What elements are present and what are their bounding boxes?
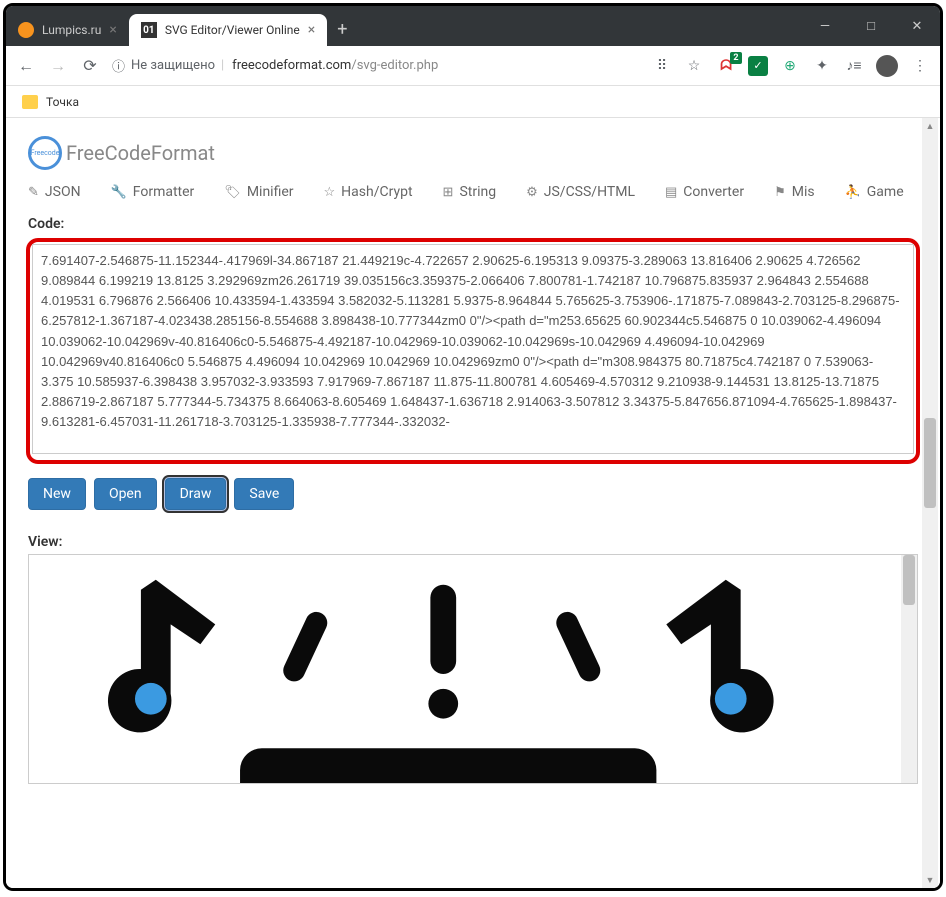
- url-path: /svg-editor.php: [351, 58, 438, 73]
- extension-adblock-icon[interactable]: ᗣ: [716, 56, 736, 76]
- folder-icon: [22, 95, 38, 109]
- bookmark-star-icon[interactable]: ☆: [684, 56, 704, 76]
- main-menu: ✎JSON 🔧Formatter 🏷Minifier ☆Hash/Crypt ⊞…: [6, 180, 940, 210]
- code-label: Code:: [6, 210, 940, 236]
- tag-icon: 🏷: [224, 185, 241, 200]
- grid-icon: ⊞: [443, 185, 454, 200]
- view-label: View:: [6, 528, 940, 554]
- tab-close-icon[interactable]: ×: [109, 22, 116, 38]
- menu-converter[interactable]: ▤Converter: [665, 184, 744, 200]
- tab-title: SVG Editor/Viewer Online: [165, 23, 300, 37]
- page-scrollbar[interactable]: ▲ ▼: [922, 118, 938, 888]
- gear-icon: ⚙: [526, 185, 538, 200]
- flag-icon: ⚑: [774, 185, 786, 200]
- code-textarea[interactable]: [32, 244, 914, 454]
- document-icon: ▤: [665, 185, 677, 200]
- extension-music-icon[interactable]: ♪≡: [844, 56, 864, 76]
- menu-formatter[interactable]: 🔧Formatter: [111, 184, 195, 200]
- person-icon: ⛹: [845, 185, 861, 200]
- bookmarks-bar: Точка: [6, 86, 940, 118]
- extensions-icon[interactable]: ✦: [812, 56, 832, 76]
- browser-tab-1[interactable]: Lumpics.ru ×: [6, 14, 129, 46]
- menu-minifier[interactable]: 🏷Minifier: [224, 184, 293, 200]
- window-titlebar: Lumpics.ru × 01 SVG Editor/Viewer Online…: [6, 6, 940, 46]
- svg-preview: [28, 554, 918, 784]
- tab-title: Lumpics.ru: [42, 23, 101, 37]
- scroll-down-arrow[interactable]: ▼: [922, 872, 938, 888]
- extension-globe-icon[interactable]: ⊕: [780, 56, 800, 76]
- page-content: Freecode FreeCodeFormat ✎JSON 🔧Formatter…: [6, 118, 940, 888]
- reload-button[interactable]: ⟳: [80, 56, 100, 75]
- menu-game[interactable]: ⛹Game: [845, 184, 904, 200]
- draw-button[interactable]: Draw: [165, 478, 227, 510]
- url-box[interactable]: ⓘ Не защищено | freecodeformat.com/svg-e…: [112, 56, 640, 75]
- maximize-button[interactable]: □: [848, 6, 894, 46]
- translate-icon[interactable]: ⠿: [652, 56, 672, 76]
- address-bar: ← → ⟳ ⓘ Не защищено | freecodeformat.com…: [6, 46, 940, 86]
- pencil-icon: ✎: [28, 185, 39, 200]
- code-highlight-box: [26, 238, 920, 464]
- menu-icon[interactable]: ⋮: [910, 56, 930, 76]
- security-info-icon: ⓘ: [112, 56, 125, 75]
- svg-output: [29, 555, 917, 783]
- security-label: Не защищено: [131, 58, 215, 73]
- new-tab-button[interactable]: +: [327, 19, 357, 40]
- site-title[interactable]: FreeCodeFormat: [66, 141, 215, 165]
- save-button[interactable]: Save: [234, 478, 294, 510]
- open-button[interactable]: Open: [94, 478, 157, 510]
- star-icon: ☆: [324, 185, 336, 200]
- wrench-icon: 🔧: [111, 185, 127, 200]
- menu-hash[interactable]: ☆Hash/Crypt: [324, 184, 413, 200]
- menu-mis[interactable]: ⚑Mis: [774, 184, 815, 200]
- menu-string[interactable]: ⊞String: [443, 184, 497, 200]
- tab-close-icon[interactable]: ×: [308, 22, 315, 38]
- tab-favicon: 01: [141, 22, 157, 38]
- scroll-up-arrow[interactable]: ▲: [922, 118, 938, 134]
- separator: |: [221, 58, 224, 73]
- url-domain: freecodeformat.com: [232, 58, 351, 73]
- extension-check-icon[interactable]: ✓: [748, 56, 768, 76]
- menu-json[interactable]: ✎JSON: [28, 184, 81, 200]
- back-button[interactable]: ←: [16, 56, 36, 76]
- new-button[interactable]: New: [28, 478, 86, 510]
- menu-jscss[interactable]: ⚙JS/CSS/HTML: [526, 184, 635, 200]
- forward-button[interactable]: →: [48, 56, 68, 76]
- close-window-button[interactable]: ✕: [894, 6, 940, 46]
- site-logo[interactable]: Freecode: [28, 136, 62, 170]
- minimize-button[interactable]: —: [802, 6, 848, 46]
- browser-tab-2[interactable]: 01 SVG Editor/Viewer Online ×: [129, 14, 327, 46]
- preview-scrollbar[interactable]: [901, 555, 917, 783]
- profile-avatar[interactable]: [876, 55, 898, 77]
- tab-favicon: [18, 22, 34, 38]
- bookmark-item[interactable]: Точка: [46, 95, 79, 109]
- scroll-thumb[interactable]: [924, 418, 936, 508]
